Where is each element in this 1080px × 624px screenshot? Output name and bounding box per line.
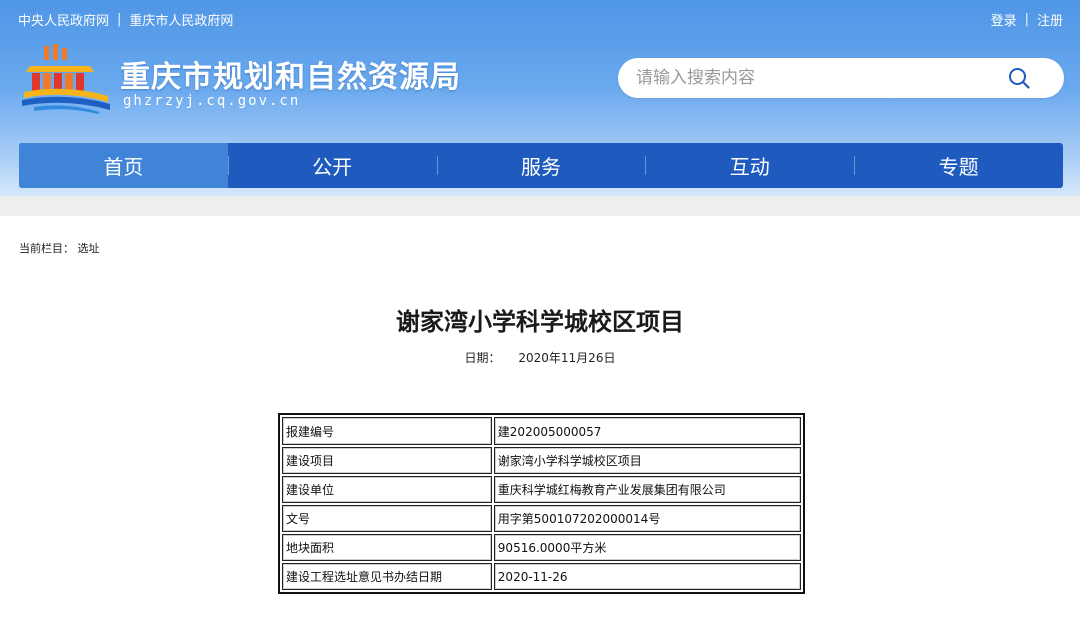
search-input[interactable] [636, 58, 996, 98]
site-title[interactable]: 重庆市规划和自然资源局 [120, 52, 461, 96]
article-title: 谢家湾小学科学城校区项目 [396, 308, 684, 336]
table-row: 报建编号 建202005000057 [282, 417, 801, 445]
search-box [618, 58, 1064, 98]
row-value: 90516.0000平方米 [493, 534, 801, 561]
row-label: 建设工程选址意见书办结日期 [282, 563, 492, 590]
row-label: 地块面积 [282, 534, 492, 561]
project-info-table: 报建编号 建202005000057 建设项目 谢家湾小学科学城校区项目 建设单… [278, 413, 805, 594]
nav-item-services[interactable]: 服务 [436, 143, 646, 188]
date-value: 2020年11月26日 [518, 351, 616, 365]
breadcrumb-label: 当前栏目： [19, 242, 74, 255]
row-value: 谢家湾小学科学城校区项目 [493, 447, 801, 474]
main-nav: 首页 公开 服务 互动 专题 [19, 143, 1063, 188]
table-row: 建设工程选址意见书办结日期 2020-11-26 [282, 563, 801, 590]
nav-item-home[interactable]: 首页 [19, 143, 228, 188]
row-value: 建202005000057 [493, 417, 801, 445]
nav-item-public[interactable]: 公开 [227, 143, 437, 188]
table-row: 文号 用字第500107202000014号 [282, 505, 801, 532]
article-date: 日期： 2020年11月26日 [0, 349, 1080, 366]
nav-item-topics[interactable]: 专题 [854, 143, 1063, 188]
site-logo-icon[interactable] [20, 44, 112, 114]
link-central-government[interactable]: 中央人民政府网 [18, 10, 109, 29]
row-value: 用字第500107202000014号 [493, 505, 801, 532]
date-label: 日期： [464, 351, 501, 365]
login-link[interactable]: 登录 [991, 10, 1017, 29]
row-value: 重庆科学城红梅教育产业发展集团有限公司 [493, 476, 801, 503]
site-header: 中央人民政府网 | 重庆市人民政府网 登录 | 注册 重庆市规划和自然资源局 g… [0, 0, 1080, 196]
row-value: 2020-11-26 [493, 563, 801, 590]
top-bar: 中央人民政府网 | 重庆市人民政府网 登录 | 注册 [0, 0, 1080, 36]
register-link[interactable]: 注册 [1037, 10, 1063, 29]
topbar-separator-right: | [1024, 12, 1029, 27]
topbar-separator: | [117, 12, 122, 27]
link-city-government[interactable]: 重庆市人民政府网 [129, 10, 233, 29]
row-label: 建设单位 [282, 476, 492, 503]
breadcrumb: 当前栏目： 选址 [19, 240, 100, 256]
row-label: 报建编号 [282, 417, 492, 445]
row-label: 建设项目 [282, 447, 492, 474]
site-domain: ghzrzyj.cq.gov.cn [123, 93, 301, 109]
header-divider-band [0, 196, 1080, 216]
nav-item-interaction[interactable]: 互动 [645, 143, 854, 188]
breadcrumb-current[interactable]: 选址 [78, 242, 100, 255]
table-row: 建设项目 谢家湾小学科学城校区项目 [282, 447, 801, 474]
table-row: 地块面积 90516.0000平方米 [282, 534, 801, 561]
table-row: 建设单位 重庆科学城红梅教育产业发展集团有限公司 [282, 476, 801, 503]
row-label: 文号 [282, 505, 492, 532]
search-icon[interactable] [1008, 67, 1030, 89]
